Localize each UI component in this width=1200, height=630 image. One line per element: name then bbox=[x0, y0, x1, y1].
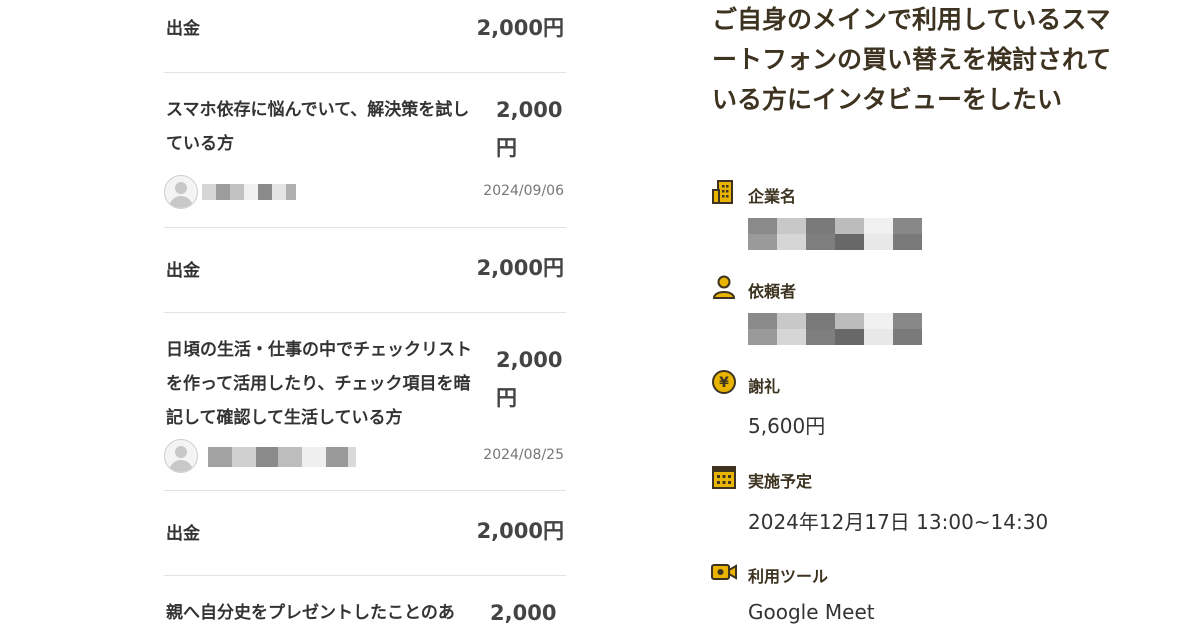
withdrawal-label: 出金 bbox=[166, 19, 200, 39]
yen-icon: ¥ bbox=[712, 370, 736, 394]
tool-label: 利用ツール bbox=[748, 567, 829, 586]
request-detail: ご自身のメインで利用しているスマートフォンの買い替えを検討されている方にインタビ… bbox=[710, 0, 1190, 630]
schedule-label: 実施予定 bbox=[748, 472, 813, 491]
request-amount: 2,000 bbox=[490, 601, 557, 625]
reward-value: 5,600円 bbox=[748, 414, 826, 438]
withdrawal-label: 出金 bbox=[166, 524, 200, 544]
building-icon bbox=[712, 180, 733, 204]
requester-name-blurred bbox=[748, 313, 922, 345]
request-date: 2024/09/06 bbox=[483, 183, 564, 199]
video-camera-icon bbox=[711, 564, 737, 580]
withdrawal-amount: 2,000円 bbox=[476, 256, 564, 280]
avatar bbox=[164, 439, 198, 473]
svg-text:¥: ¥ bbox=[719, 375, 729, 391]
request-amount: 2,000円 bbox=[496, 98, 563, 160]
person-icon bbox=[712, 275, 736, 299]
request-amount: 2,000円 bbox=[496, 348, 563, 410]
request-row[interactable]: スマホ依存に悩んでいて、解決策を試している方 2,000円 2024/09/06 bbox=[164, 73, 566, 227]
calendar-icon bbox=[712, 466, 736, 489]
user-name-blurred bbox=[208, 447, 356, 467]
tool-value: Google Meet bbox=[748, 600, 875, 624]
avatar bbox=[164, 175, 198, 209]
request-title[interactable]: スマホ依存に悩んでいて、解決策を試している方 bbox=[166, 93, 484, 161]
withdrawal-amount: 2,000円 bbox=[476, 16, 564, 40]
withdrawal-amount: 2,000円 bbox=[476, 519, 564, 543]
request-row[interactable]: 日頃の生活・仕事の中でチェックリストを作って活用したり、チェック項目を暗記して確… bbox=[164, 313, 566, 490]
withdrawal-row: 出金 2,000円 bbox=[164, 228, 566, 312]
withdrawal-row: 出金 2,000円 bbox=[164, 491, 566, 575]
request-date: 2024/08/25 bbox=[483, 447, 564, 463]
reward-label: 謝礼 bbox=[748, 377, 781, 396]
company-name-blurred bbox=[748, 218, 922, 250]
withdrawal-row: 出金 2,000円 bbox=[164, 0, 566, 72]
request-title[interactable]: 親へ自分史をプレゼントしたことのあ bbox=[166, 596, 484, 630]
requester-label: 依頼者 bbox=[748, 282, 797, 301]
reward-history-list: 出金 2,000円 スマホ依存に悩んでいて、解決策を試している方 2,000円 … bbox=[164, 0, 566, 630]
schedule-value: 2024年12月17日 13:00~14:30 bbox=[748, 510, 1049, 534]
company-label: 企業名 bbox=[748, 187, 797, 206]
withdrawal-label: 出金 bbox=[166, 261, 200, 281]
request-title[interactable]: 日頃の生活・仕事の中でチェックリストを作って活用したり、チェック項目を暗記して確… bbox=[166, 333, 484, 435]
request-detail-title: ご自身のメインで利用しているスマートフォンの買い替えを検討されている方にインタビ… bbox=[712, 5, 1112, 114]
user-name-blurred bbox=[202, 184, 296, 200]
request-row[interactable]: 親へ自分史をプレゼントしたことのあ 2,000 bbox=[164, 576, 566, 630]
